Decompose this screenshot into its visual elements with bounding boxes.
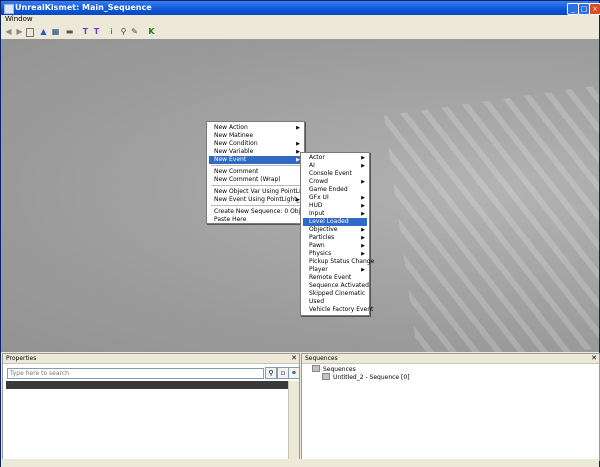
event-sequence-activated[interactable]: Sequence Activated: [303, 282, 369, 290]
properties-header: Properties ✕: [3, 354, 299, 364]
menu-window[interactable]: Window: [5, 15, 33, 23]
canvas-backdrop: [383, 84, 599, 352]
event-physics[interactable]: Physics ▶: [303, 250, 367, 258]
properties-search-input[interactable]: [8, 369, 262, 378]
menu-new-comment[interactable]: New Comment: [209, 168, 302, 176]
close-button[interactable]: ×: [589, 3, 600, 15]
event-player[interactable]: Player ▶: [303, 266, 367, 274]
search-icon[interactable]: ⚲: [265, 367, 277, 379]
menu-bar: Window: [1, 15, 599, 24]
window-title: UnrealKismet: Main_Sequence: [15, 3, 152, 12]
sequence-folder-icon: [312, 365, 320, 372]
event-vehicle-factory[interactable]: Vehicle Factory Event: [303, 306, 373, 314]
menu-separator: [211, 165, 300, 166]
event-actor[interactable]: Actor ▶: [303, 154, 367, 162]
event-gfx-ui[interactable]: GFx UI ▶: [303, 194, 367, 202]
menu-new-comment-wrap[interactable]: New Comment (Wrap): [209, 176, 302, 184]
event-hud[interactable]: HUD ▶: [303, 202, 367, 210]
status-bar: [1, 459, 599, 467]
comment-icon[interactable]: ⅰ: [107, 27, 116, 36]
menu-new-matinee[interactable]: New Matinee: [209, 132, 302, 140]
parent-sequence-icon[interactable]: ▲: [39, 27, 48, 36]
open-sequence-icon[interactable]: ▦: [51, 27, 60, 36]
clear-icon[interactable]: ▬: [65, 27, 74, 36]
event-pickup-status[interactable]: Pickup Status Change: [303, 258, 374, 266]
menu-new-action[interactable]: New Action ▶: [209, 124, 302, 132]
event-remote[interactable]: Remote Event: [303, 274, 367, 282]
event-level-loaded[interactable]: Level Loaded: [303, 218, 367, 226]
title-bar[interactable]: UnrealKismet: Main_Sequence _ □ ×: [1, 1, 600, 15]
back-arrow-icon[interactable]: ◀: [4, 27, 13, 36]
app-icon: [4, 4, 14, 14]
menu-create-sequence[interactable]: Create New Sequence: 0 Objs: [209, 208, 303, 216]
event-pawn[interactable]: Pawn ▶: [303, 242, 367, 250]
kismet-canvas[interactable]: New Action ▶ New Matinee New Condition ▶ N…: [1, 39, 599, 352]
event-particles[interactable]: Particles ▶: [303, 234, 367, 242]
filter-icon[interactable]: ⚭: [288, 367, 300, 379]
menu-new-variable[interactable]: New Variable ▶: [209, 148, 302, 156]
dropdown-icon[interactable]: [26, 28, 34, 37]
menu-separator: [211, 185, 300, 186]
event-game-ended[interactable]: Game Ended: [303, 186, 367, 194]
properties-search-box: [7, 368, 264, 379]
kismet-icon[interactable]: K: [147, 27, 156, 36]
sequences-panel: Sequences ✕ Sequences Untitled_2 - Seque…: [301, 353, 600, 461]
toolbar: ◀ ▶ ▲ ▦ ▬ T T ⅰ ⚲ ✎ K: [1, 24, 599, 40]
text-tool-2-icon[interactable]: T: [92, 27, 101, 36]
menu-new-event-using[interactable]: New Event Using PointLight_0 ▶: [209, 196, 303, 204]
sequence-tree-item[interactable]: Untitled_2 - Sequence [0]: [322, 373, 410, 381]
sequences-header: Sequences ✕: [302, 354, 599, 364]
link-icon[interactable]: ✎: [130, 27, 139, 36]
menu-new-event[interactable]: New Event ▶: [209, 156, 302, 164]
properties-panel: Properties ✕ ⚲ ▫ ⚭: [2, 353, 300, 461]
sequences-close-icon[interactable]: ✕: [591, 354, 597, 363]
menu-new-condition[interactable]: New Condition ▶: [209, 140, 302, 148]
forward-arrow-icon[interactable]: ▶: [15, 27, 24, 36]
search-icon[interactable]: ⚲: [119, 27, 128, 36]
menu-paste-here[interactable]: Paste Here: [209, 216, 302, 224]
event-submenu: Actor ▶ AI ▶ Console Event Crowd ▶ Game End…: [300, 152, 374, 316]
kismet-window: UnrealKismet: Main_Sequence _ □ × Window…: [0, 0, 600, 467]
properties-close-icon[interactable]: ✕: [291, 354, 297, 363]
context-menu: New Action ▶ New Matinee New Condition ▶ N…: [206, 121, 318, 224]
event-input[interactable]: Input ▶: [303, 210, 367, 218]
event-used[interactable]: Used: [303, 298, 367, 306]
properties-title: Properties: [6, 355, 37, 362]
event-ai[interactable]: AI ▶: [303, 162, 367, 170]
sequences-title: Sequences: [305, 355, 338, 362]
properties-scrollbar[interactable]: [288, 381, 299, 459]
menu-new-object-var[interactable]: New Object Var Using PointLight_0: [209, 188, 318, 196]
event-skipped-cinematic[interactable]: Skipped Cinematic: [303, 290, 367, 298]
event-crowd[interactable]: Crowd ▶: [303, 178, 367, 186]
event-console[interactable]: Console Event: [303, 170, 367, 178]
event-objective[interactable]: Objective ▶: [303, 226, 367, 234]
menu-separator: [211, 205, 300, 206]
text-tool-icon[interactable]: T: [81, 27, 90, 36]
sequence-tree-root[interactable]: Sequences: [312, 365, 356, 373]
property-category-bar: [6, 381, 292, 389]
sequence-icon: [322, 373, 330, 380]
